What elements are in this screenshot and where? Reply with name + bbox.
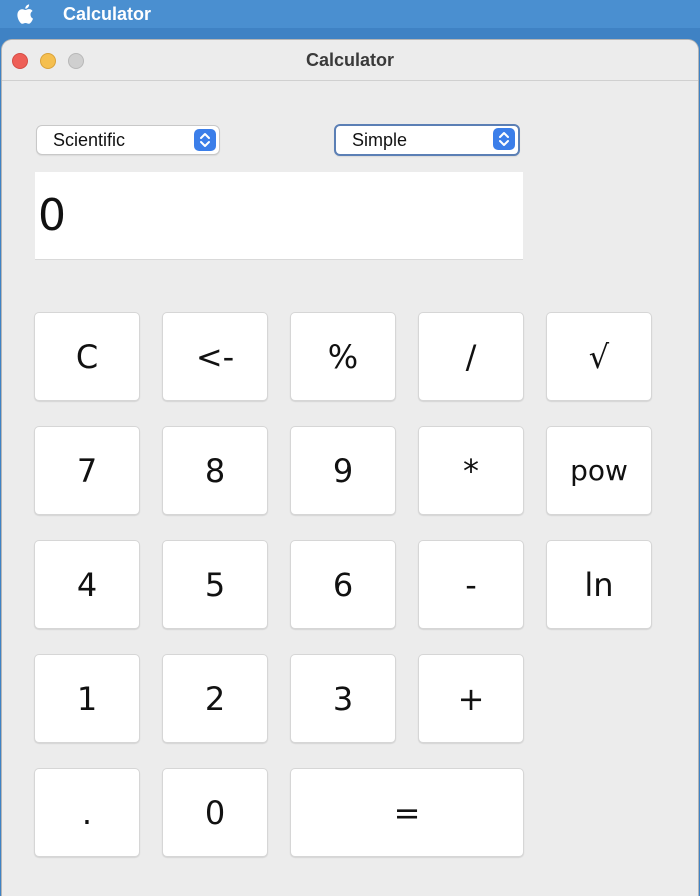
digit-0-button[interactable]: 0 <box>162 768 268 857</box>
equals-button[interactable]: = <box>290 768 524 857</box>
equals-label: = <box>393 793 421 832</box>
digit-7-label: 7 <box>76 451 98 490</box>
digit-3-button[interactable]: 3 <box>290 654 396 743</box>
multiply-button[interactable]: * <box>418 426 524 515</box>
digit-1-label: 1 <box>76 679 98 718</box>
percent-label: % <box>327 337 359 376</box>
ln-label: ln <box>584 565 614 604</box>
pow-label: pow <box>570 454 628 487</box>
digit-2-label: 2 <box>204 679 226 718</box>
result-display[interactable]: 0 <box>35 172 523 260</box>
add-button[interactable]: + <box>418 654 524 743</box>
pow-button[interactable]: pow <box>546 426 652 515</box>
digit-1-button[interactable]: 1 <box>34 654 140 743</box>
divide-label: / <box>465 337 477 376</box>
digit-9-button[interactable]: 9 <box>290 426 396 515</box>
clear-button[interactable]: C <box>34 312 140 401</box>
digit-3-label: 3 <box>332 679 354 718</box>
chevron-updown-icon <box>194 129 216 151</box>
digit-2-button[interactable]: 2 <box>162 654 268 743</box>
sqrt-label: √ <box>588 337 610 376</box>
sqrt-button[interactable]: √ <box>546 312 652 401</box>
digit-5-button[interactable]: 5 <box>162 540 268 629</box>
subtract-button[interactable]: - <box>418 540 524 629</box>
calculator-window: Calculator Scientific Simple 0 C <- % / … <box>2 40 698 896</box>
digit-9-label: 9 <box>332 451 354 490</box>
digit-0-label: 0 <box>204 793 226 832</box>
chevron-updown-icon <box>493 128 515 150</box>
ln-button[interactable]: ln <box>546 540 652 629</box>
mode-select-value: Scientific <box>53 130 126 150</box>
digit-7-button[interactable]: 7 <box>34 426 140 515</box>
add-label: + <box>457 679 485 718</box>
menu-bar: Calculator <box>0 0 700 28</box>
digit-8-button[interactable]: 8 <box>162 426 268 515</box>
digit-8-label: 8 <box>204 451 226 490</box>
backspace-label: <- <box>195 337 235 376</box>
clear-label: C <box>75 337 99 376</box>
multiply-label: * <box>463 451 479 490</box>
digit-6-label: 6 <box>332 565 354 604</box>
app-menu-title[interactable]: Calculator <box>63 2 151 26</box>
decimal-label: . <box>81 793 93 832</box>
backspace-button[interactable]: <- <box>162 312 268 401</box>
divide-button[interactable]: / <box>418 312 524 401</box>
digit-4-button[interactable]: 4 <box>34 540 140 629</box>
style-select-value: Simple <box>352 130 408 150</box>
mode-select[interactable]: Scientific <box>36 125 220 155</box>
decimal-button[interactable]: . <box>34 768 140 857</box>
digit-6-button[interactable]: 6 <box>290 540 396 629</box>
percent-button[interactable]: % <box>290 312 396 401</box>
digit-4-label: 4 <box>76 565 98 604</box>
apple-icon[interactable] <box>14 2 38 26</box>
subtract-label: - <box>465 565 477 604</box>
title-bar[interactable]: Calculator <box>2 40 698 81</box>
window-title: Calculator <box>305 50 395 70</box>
display-value: 0 <box>38 190 66 241</box>
style-select[interactable]: Simple <box>334 124 520 156</box>
digit-5-label: 5 <box>204 565 226 604</box>
